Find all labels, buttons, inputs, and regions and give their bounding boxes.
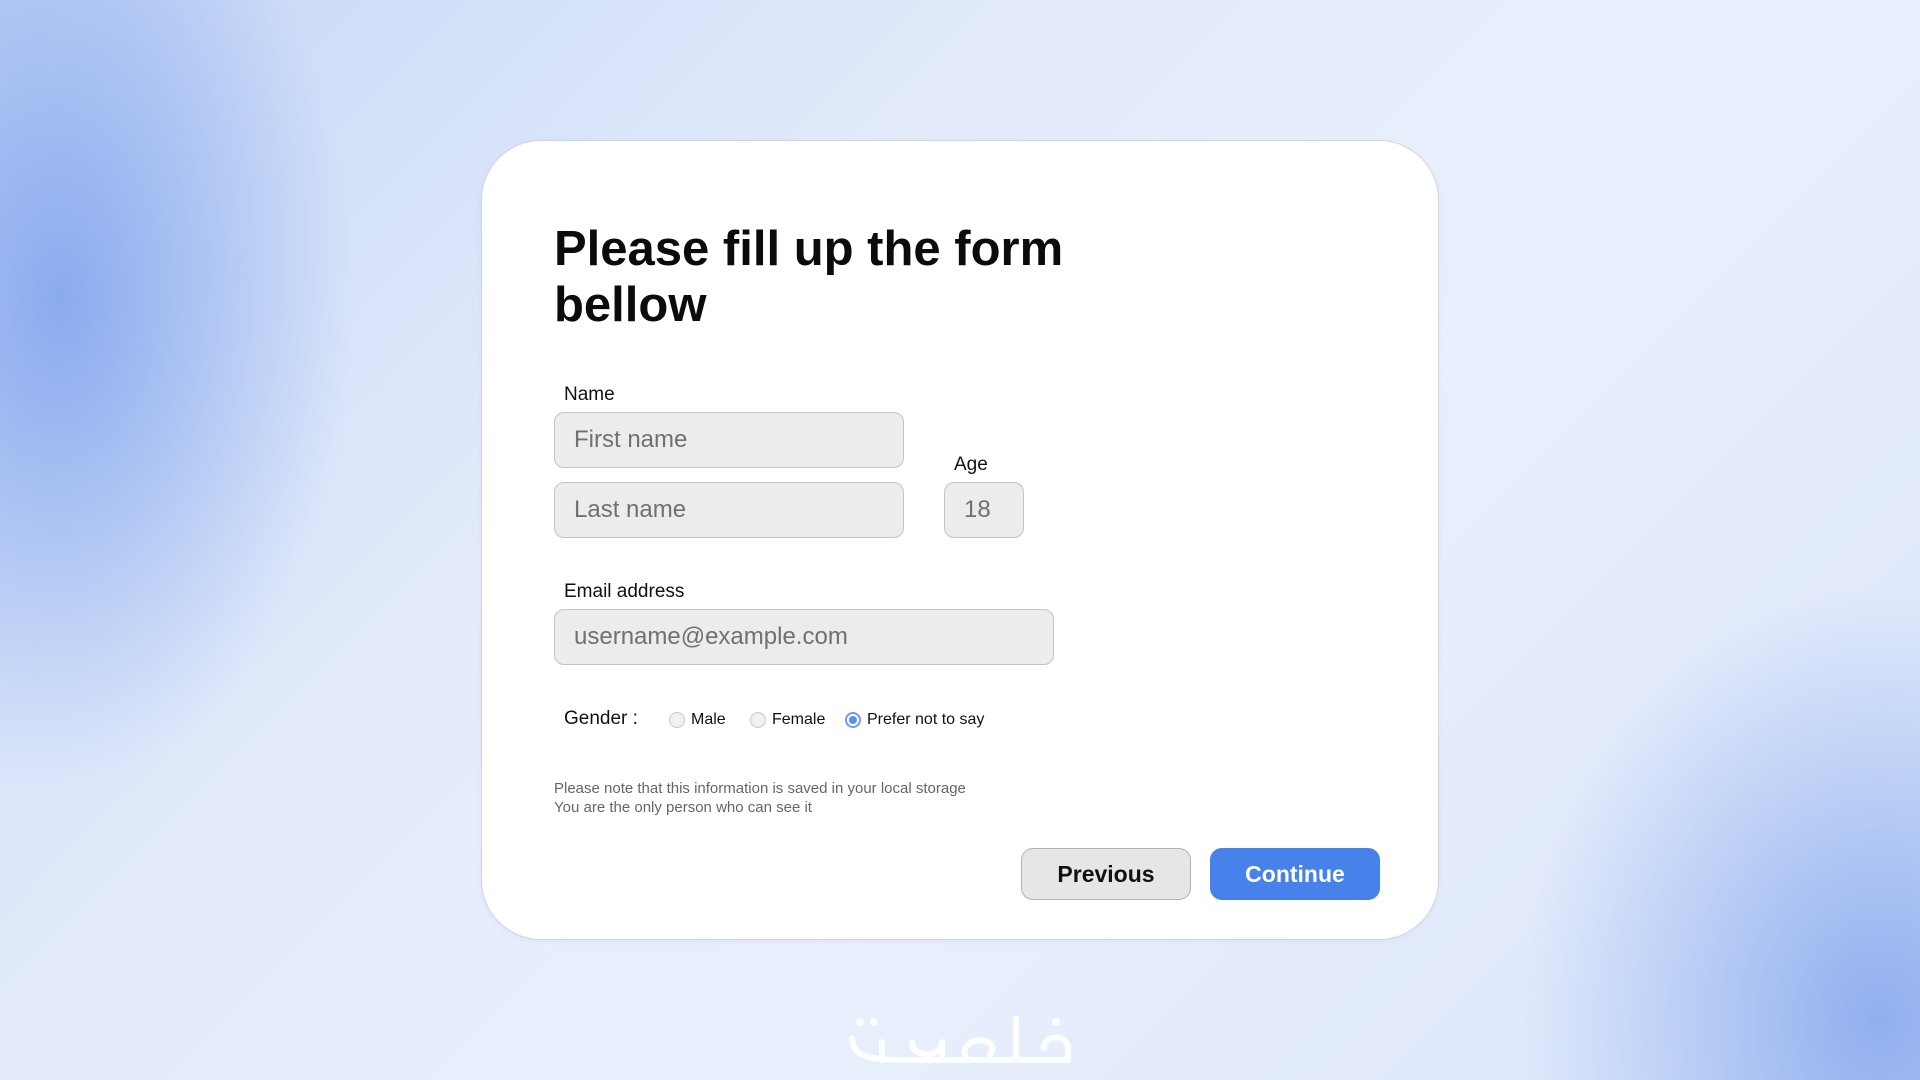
age-input[interactable] bbox=[944, 482, 1024, 538]
age-label: Age bbox=[954, 454, 988, 475]
name-label: Name bbox=[564, 384, 615, 405]
radio-unchecked-icon[interactable] bbox=[750, 712, 766, 728]
gender-option-label: Female bbox=[772, 711, 826, 728]
email-label: Email address bbox=[564, 581, 685, 602]
first-name-input[interactable] bbox=[554, 412, 904, 468]
page-title: Please fill up the form bellow bbox=[554, 222, 1064, 332]
gender-label: Gender : bbox=[564, 708, 638, 729]
storage-note-line: You are the only person who can see it bbox=[554, 799, 812, 816]
gender-option-prefer-not-to-say[interactable]: Prefer not to say bbox=[845, 711, 984, 729]
radio-checked-icon[interactable] bbox=[845, 712, 861, 728]
gender-option-label: Male bbox=[691, 711, 726, 728]
khamsat-logo-icon bbox=[849, 1015, 1071, 1063]
gender-option-male[interactable]: Male bbox=[669, 711, 726, 729]
previous-button[interactable]: Previous bbox=[1021, 848, 1191, 900]
storage-note: Please note that this information is sav… bbox=[554, 779, 966, 817]
email-input[interactable] bbox=[554, 609, 1054, 665]
last-name-input[interactable] bbox=[554, 482, 904, 538]
storage-note-line: Please note that this information is sav… bbox=[554, 780, 966, 797]
gender-option-female[interactable]: Female bbox=[750, 711, 825, 729]
radio-unchecked-icon[interactable] bbox=[669, 712, 685, 728]
gender-option-label: Prefer not to say bbox=[867, 711, 985, 728]
form-card: Please fill up the form bellow Name Age … bbox=[481, 140, 1439, 940]
continue-button[interactable]: Continue bbox=[1210, 848, 1380, 900]
